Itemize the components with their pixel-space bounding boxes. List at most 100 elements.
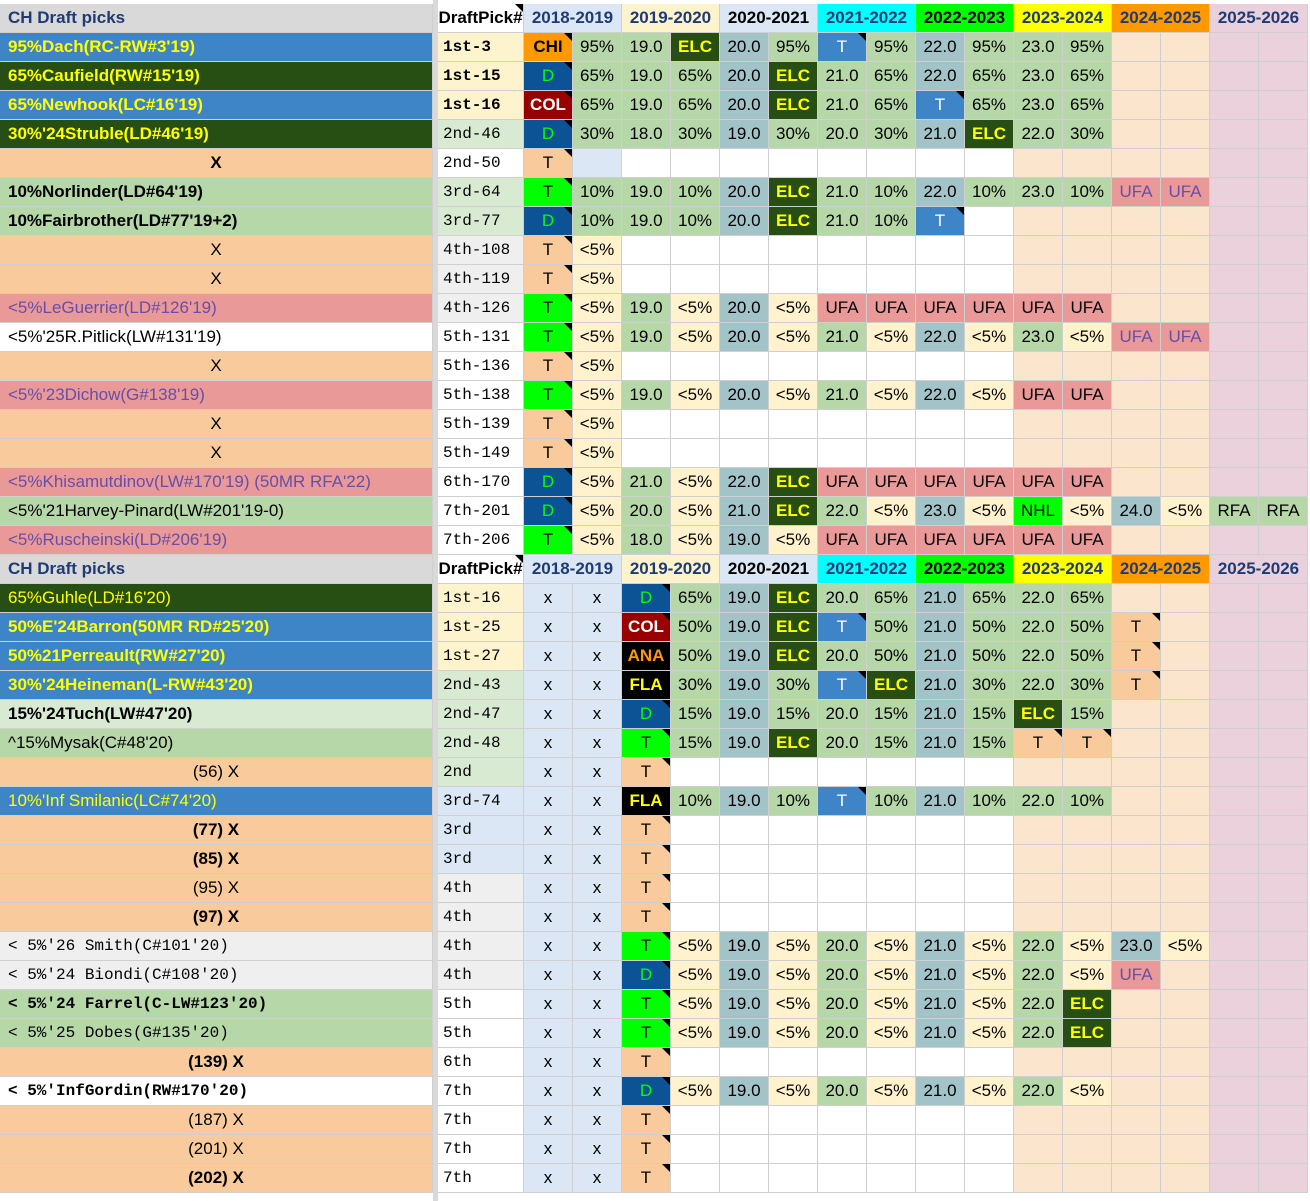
season-cell[interactable]: x xyxy=(524,1106,573,1135)
season-cell[interactable]: 19.0 xyxy=(622,207,671,236)
season-cell[interactable] xyxy=(1161,758,1210,787)
season-cell[interactable]: CHI xyxy=(524,33,573,62)
season-cell[interactable] xyxy=(1259,874,1308,903)
season-cell[interactable] xyxy=(1259,729,1308,758)
season-cell[interactable] xyxy=(720,236,769,265)
season-cell[interactable]: 50% xyxy=(965,642,1014,671)
season-cell[interactable]: 65% xyxy=(965,62,1014,91)
col-header-draftpick[interactable]: DraftPick# xyxy=(438,4,524,33)
season-cell[interactable]: UFA xyxy=(1014,526,1063,555)
season-cell[interactable] xyxy=(769,874,818,903)
season-cell[interactable]: T xyxy=(916,207,965,236)
season-cell[interactable]: 65% xyxy=(671,62,720,91)
season-cell[interactable] xyxy=(965,845,1014,874)
season-cell[interactable]: T xyxy=(818,787,867,816)
season-cell[interactable]: UFA xyxy=(867,526,916,555)
season-cell[interactable]: 10% xyxy=(867,178,916,207)
season-cell[interactable]: T xyxy=(622,729,671,758)
season-cell[interactable]: UFA xyxy=(1161,323,1210,352)
season-cell[interactable]: T xyxy=(622,1048,671,1077)
season-cell[interactable]: <5% xyxy=(671,990,720,1019)
col-header-season[interactable]: 2022-2023 xyxy=(916,555,1014,584)
season-cell[interactable]: T xyxy=(524,410,573,439)
season-cell[interactable] xyxy=(916,1135,965,1164)
season-cell[interactable] xyxy=(1259,932,1308,961)
pick-cell[interactable]: 2nd-50 xyxy=(438,149,524,178)
season-cell[interactable] xyxy=(1210,671,1259,700)
season-cell[interactable] xyxy=(1210,207,1259,236)
season-cell[interactable] xyxy=(1259,1164,1308,1193)
season-cell[interactable]: x xyxy=(573,729,622,758)
season-cell[interactable] xyxy=(965,1106,1014,1135)
pick-cell[interactable]: 4th xyxy=(438,961,524,990)
season-cell[interactable]: T xyxy=(524,526,573,555)
season-cell[interactable]: <5% xyxy=(671,1077,720,1106)
season-cell[interactable] xyxy=(1161,207,1210,236)
pick-cell[interactable]: 5th-136 xyxy=(438,352,524,381)
season-cell[interactable] xyxy=(720,352,769,381)
season-cell[interactable] xyxy=(720,845,769,874)
season-cell[interactable]: x xyxy=(524,1135,573,1164)
season-cell[interactable]: <5% xyxy=(573,323,622,352)
season-cell[interactable] xyxy=(1210,642,1259,671)
season-cell[interactable]: T xyxy=(622,932,671,961)
season-cell[interactable] xyxy=(1112,1164,1161,1193)
season-cell[interactable] xyxy=(1210,178,1259,207)
season-cell[interactable]: 30% xyxy=(769,120,818,149)
season-cell[interactable] xyxy=(1014,1164,1063,1193)
season-cell[interactable]: <5% xyxy=(671,526,720,555)
season-cell[interactable]: 22.0 xyxy=(1014,120,1063,149)
season-cell[interactable] xyxy=(720,1106,769,1135)
season-cell[interactable]: 15% xyxy=(671,700,720,729)
pick-cell[interactable]: 2nd-43 xyxy=(438,671,524,700)
season-cell[interactable] xyxy=(1259,526,1308,555)
col-header-season[interactable]: 2025-2026 xyxy=(1210,555,1308,584)
col-header-season[interactable]: 2021-2022 xyxy=(818,555,916,584)
season-cell[interactable]: D xyxy=(622,1077,671,1106)
season-cell[interactable] xyxy=(1210,903,1259,932)
pick-cell[interactable]: 3rd xyxy=(438,816,524,845)
season-cell[interactable]: 21.0 xyxy=(916,990,965,1019)
season-cell[interactable]: ELC xyxy=(769,497,818,526)
pick-cell[interactable]: 5th xyxy=(438,1019,524,1048)
season-cell[interactable] xyxy=(1112,845,1161,874)
player-name-cell[interactable]: X xyxy=(0,265,433,294)
season-cell[interactable]: 22.0 xyxy=(1014,932,1063,961)
season-cell[interactable]: ELC xyxy=(769,468,818,497)
season-cell[interactable] xyxy=(1259,236,1308,265)
season-cell[interactable] xyxy=(1210,294,1259,323)
season-cell[interactable]: 22.0 xyxy=(1014,990,1063,1019)
season-cell[interactable]: 10% xyxy=(867,207,916,236)
season-cell[interactable]: <5% xyxy=(573,526,622,555)
col-header-draftpick[interactable]: DraftPick# xyxy=(438,555,524,584)
season-cell[interactable]: 65% xyxy=(867,91,916,120)
season-cell[interactable] xyxy=(965,874,1014,903)
season-cell[interactable] xyxy=(1210,1019,1259,1048)
season-cell[interactable] xyxy=(1259,990,1308,1019)
season-cell[interactable]: 65% xyxy=(573,91,622,120)
season-cell[interactable]: 19.0 xyxy=(622,381,671,410)
season-cell[interactable] xyxy=(1112,758,1161,787)
season-cell[interactable] xyxy=(1014,758,1063,787)
season-cell[interactable] xyxy=(1161,613,1210,642)
season-cell[interactable] xyxy=(1112,787,1161,816)
season-cell[interactable]: UFA xyxy=(1112,323,1161,352)
season-cell[interactable] xyxy=(769,265,818,294)
season-cell[interactable] xyxy=(1063,439,1112,468)
season-cell[interactable]: 30% xyxy=(573,120,622,149)
season-cell[interactable] xyxy=(1161,642,1210,671)
season-cell[interactable] xyxy=(1161,1077,1210,1106)
season-cell[interactable]: x xyxy=(573,1019,622,1048)
season-cell[interactable]: 30% xyxy=(1063,120,1112,149)
pick-cell[interactable]: 4th xyxy=(438,903,524,932)
player-name-cell[interactable]: (95) X xyxy=(0,874,433,903)
season-cell[interactable]: x xyxy=(573,961,622,990)
season-cell[interactable] xyxy=(1210,526,1259,555)
season-cell[interactable]: x xyxy=(573,758,622,787)
season-cell[interactable] xyxy=(1014,1135,1063,1164)
season-cell[interactable]: 30% xyxy=(1063,671,1112,700)
season-cell[interactable]: 15% xyxy=(867,700,916,729)
season-cell[interactable] xyxy=(1210,1135,1259,1164)
season-cell[interactable]: 21.0 xyxy=(916,120,965,149)
season-cell[interactable]: 20.0 xyxy=(720,178,769,207)
